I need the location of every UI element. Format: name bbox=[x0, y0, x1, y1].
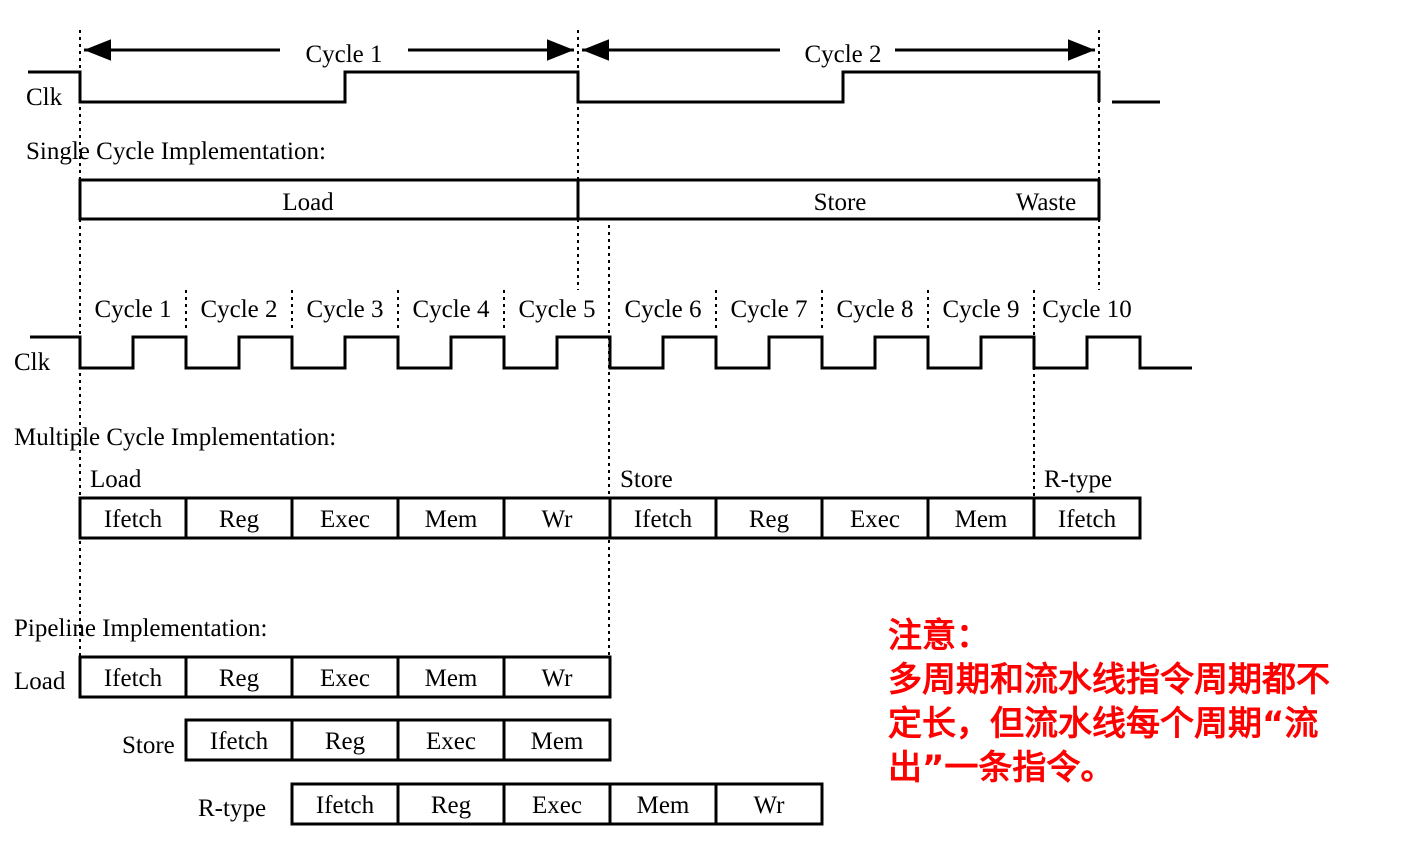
stage-label: Reg bbox=[325, 728, 366, 755]
stage-label: Ifetch bbox=[104, 665, 163, 692]
multi-cycle-label: Cycle 8 bbox=[836, 296, 913, 323]
single-cycle-clock-waveform bbox=[28, 70, 1101, 104]
multi-store-label: Store bbox=[620, 466, 673, 493]
stage-label: Reg bbox=[219, 665, 260, 692]
single-waste-label: Waste bbox=[1016, 189, 1076, 216]
clk-label-top: Clk bbox=[26, 84, 63, 111]
multi-cycle-label: Cycle 6 bbox=[624, 296, 701, 323]
stage-label: Mem bbox=[425, 506, 478, 533]
pipeline-title: Pipeline Implementation: bbox=[14, 615, 267, 642]
dotted-guides bbox=[79, 30, 1100, 665]
stage-label: Reg bbox=[749, 506, 790, 533]
pipeline-rtype-label: R-type bbox=[198, 795, 266, 822]
single-store-label: Store bbox=[814, 189, 867, 216]
multi-cycle-label: Cycle 3 bbox=[306, 296, 383, 323]
stage-label: Reg bbox=[431, 792, 472, 819]
multi-cycle-label: Cycle 9 bbox=[942, 296, 1019, 323]
stage-label: Wr bbox=[542, 665, 574, 692]
stage-label: Mem bbox=[637, 792, 690, 819]
stage-label: Mem bbox=[425, 665, 478, 692]
multi-cycle-title: Multiple Cycle Implementation: bbox=[14, 424, 336, 451]
note-line: 出”一条指令。 bbox=[888, 748, 1115, 788]
stage-label: Exec bbox=[850, 506, 900, 533]
stage-label: Wr bbox=[754, 792, 786, 819]
single-cycle-2-label: Cycle 2 bbox=[804, 41, 881, 68]
pipeline-stages: Ifetch Reg Exec Mem Wr Ifetch Reg Exec Mem Ifetch… bbox=[78, 655, 824, 826]
single-cycle-1-label: Cycle 1 bbox=[305, 41, 382, 68]
note-title: 注意： bbox=[888, 616, 990, 656]
stage-label: Wr bbox=[542, 506, 574, 533]
multi-cycle-labels: Cycle 1 Cycle 2 Cycle 3 Cycle 4 Cycle 5 Cycle… bbox=[94, 296, 1131, 323]
clk-label-bottom: Clk bbox=[14, 349, 51, 376]
stage-label: Reg bbox=[219, 506, 260, 533]
note-line: 定长，但流水线每个周期“流 bbox=[888, 704, 1319, 744]
multi-rtype-label: R-type bbox=[1044, 466, 1112, 493]
multi-cycle-clock-waveform bbox=[30, 335, 1192, 370]
multi-cycle-label: Cycle 10 bbox=[1042, 296, 1132, 323]
stage-label: Ifetch bbox=[634, 506, 693, 533]
multi-cycle-label: Cycle 2 bbox=[200, 296, 277, 323]
stage-label: Exec bbox=[532, 792, 582, 819]
stage-label: Ifetch bbox=[104, 506, 163, 533]
pipeline-load-label: Load bbox=[14, 668, 66, 695]
stage-label: Exec bbox=[320, 665, 370, 692]
stage-label: Mem bbox=[955, 506, 1008, 533]
single-load-label: Load bbox=[282, 189, 334, 216]
multi-cycle-label: Cycle 1 bbox=[94, 296, 171, 323]
stage-label: Mem bbox=[531, 728, 584, 755]
stage-label: Exec bbox=[320, 506, 370, 533]
multi-cycle-label: Cycle 4 bbox=[412, 296, 490, 323]
note-box: 注意： 多周期和流水线指令周期都不 定长，但流水线每个周期“流 出”一条指令。 bbox=[888, 614, 1408, 790]
multi-cycle-label: Cycle 5 bbox=[518, 296, 595, 323]
stage-label: Ifetch bbox=[1058, 506, 1117, 533]
stage-label: Exec bbox=[426, 728, 476, 755]
pipeline-store-label: Store bbox=[122, 732, 175, 759]
stage-label: Ifetch bbox=[210, 728, 269, 755]
note-line: 多周期和流水线指令周期都不 bbox=[888, 660, 1330, 700]
multi-cycle-stages: Ifetch Reg Exec Mem Wr Ifetch Reg Exec Mem Ifetch bbox=[78, 496, 1142, 540]
single-cycle-title: Single Cycle Implementation: bbox=[26, 138, 326, 165]
multi-load-label: Load bbox=[90, 466, 142, 493]
multi-cycle-label: Cycle 7 bbox=[730, 296, 807, 323]
stage-label: Ifetch bbox=[316, 792, 375, 819]
